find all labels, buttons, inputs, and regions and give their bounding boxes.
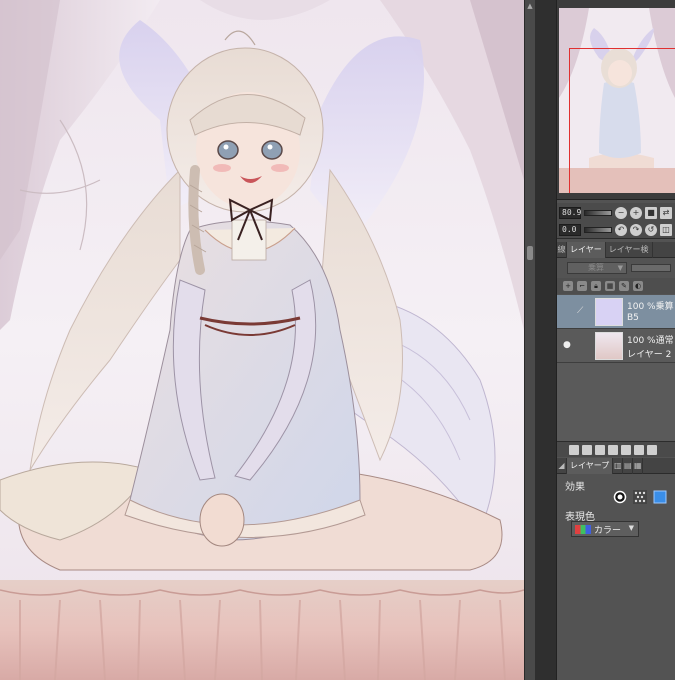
zoom-in-icon[interactable]: + bbox=[630, 207, 642, 219]
angle-slider[interactable] bbox=[584, 227, 612, 233]
navigator-preview[interactable] bbox=[559, 8, 675, 193]
layer-tools: + ⌐ 🔒︎ ▦ ✎ ◐ bbox=[557, 278, 675, 294]
layer-row[interactable]: ⟋ 100 %乗算 B5 bbox=[557, 295, 675, 329]
blend-mode-select[interactable]: 乗算 ▼ bbox=[567, 262, 627, 274]
navigator-controls: 80.9 − + ■ ⇄ 0.0 ↶ ↷ ↺ ◫ bbox=[557, 203, 675, 239]
panel-divider bbox=[535, 0, 557, 680]
tab-extra-3[interactable]: ▦ bbox=[633, 458, 644, 474]
zoom-out-icon[interactable]: − bbox=[615, 207, 627, 219]
layer-thumbnail bbox=[595, 298, 623, 326]
canvas-vertical-scrollbar[interactable]: ▲ bbox=[524, 0, 535, 680]
layer-list: ⟋ 100 %乗算 B5 ● 100 %通常 レイヤー 2 bbox=[557, 295, 675, 441]
tab-extra-1[interactable]: ▥ bbox=[613, 458, 624, 474]
drawing-canvas[interactable] bbox=[0, 0, 524, 680]
layer-bottom-toolbar bbox=[557, 441, 675, 457]
expression-color-select[interactable]: カラー ▼ bbox=[571, 521, 639, 537]
tab-extra-2[interactable]: ▤ bbox=[623, 458, 634, 474]
right-panel: 80.9 − + ■ ⇄ 0.0 ↶ ↷ ↺ ◫ 線 レイヤー レイヤー検 乗算… bbox=[557, 0, 675, 680]
layer-name: レイヤー 2 bbox=[627, 350, 672, 360]
layer-blend-label: 100 %通常 bbox=[627, 336, 674, 346]
tab-layer-property[interactable]: レイヤープ bbox=[567, 458, 614, 474]
lock-icon[interactable]: 🔒︎ bbox=[591, 281, 601, 291]
blend-row: 乗算 ▼ bbox=[557, 259, 675, 277]
scroll-up-icon[interactable]: ▲ bbox=[526, 2, 534, 10]
link-icon[interactable]: ⟋ bbox=[577, 306, 587, 316]
tab-layer-search[interactable]: レイヤー検 bbox=[606, 242, 653, 258]
navigator-view-frame[interactable] bbox=[569, 48, 675, 193]
new-folder-icon[interactable] bbox=[595, 444, 605, 455]
effect-icons bbox=[613, 490, 667, 504]
tab-layer[interactable]: レイヤー bbox=[567, 242, 606, 258]
tab-property-icon[interactable]: ◢ bbox=[557, 458, 567, 474]
mask-layer-icon[interactable] bbox=[634, 444, 644, 455]
eye-icon[interactable]: ● bbox=[563, 340, 573, 350]
new-vector-layer-icon[interactable] bbox=[582, 444, 592, 455]
reset-icon[interactable]: ↺ bbox=[645, 224, 657, 236]
delete-layer-icon[interactable] bbox=[647, 444, 657, 455]
reference-layer-icon[interactable]: ✎ bbox=[619, 281, 629, 291]
layer-properties-panel: 効果 表現色 カラー ▼ bbox=[557, 475, 675, 680]
illustration bbox=[0, 0, 524, 680]
rotate-right-icon[interactable]: ↷ bbox=[630, 224, 642, 236]
color-effect-icon[interactable] bbox=[653, 490, 667, 504]
opacity-slider[interactable] bbox=[631, 264, 671, 272]
effect-label: 効果 bbox=[565, 482, 585, 493]
flip-icon[interactable]: ⇄ bbox=[660, 207, 672, 219]
layer-row[interactable]: ● 100 %通常 レイヤー 2 bbox=[557, 329, 675, 363]
new-layer-icon[interactable] bbox=[569, 444, 579, 455]
lock-alpha-icon[interactable]: ▦ bbox=[605, 281, 615, 291]
color-swatch-icon bbox=[575, 524, 591, 534]
navigator-panel bbox=[557, 0, 675, 200]
expression-color-value: カラー bbox=[594, 525, 622, 536]
new-raster-layer-icon[interactable]: + bbox=[563, 281, 573, 291]
layer-thumbnail bbox=[595, 332, 623, 360]
fit-icon[interactable]: ■ bbox=[645, 207, 657, 219]
chevron-down-icon: ▼ bbox=[628, 524, 634, 532]
angle-value[interactable]: 0.0 bbox=[559, 224, 581, 236]
rotate-left-icon[interactable]: ↶ bbox=[615, 224, 627, 236]
copy-layer-icon[interactable] bbox=[608, 444, 618, 455]
tone-effect-icon[interactable] bbox=[633, 490, 647, 504]
palette-tabs: 線 レイヤー レイヤー検 bbox=[557, 242, 675, 258]
zoom-value[interactable]: 80.9 bbox=[559, 207, 581, 219]
clip-layer-icon[interactable]: ⌐ bbox=[577, 281, 587, 291]
tab-line[interactable]: 線 bbox=[557, 242, 567, 258]
scrollbar-thumb[interactable] bbox=[527, 246, 533, 260]
app-window: ▲ 80.9 − + ■ ⇄ 0.0 ↶ ↷ ↺ ◫ 線 レイヤー レイヤー検 … bbox=[0, 0, 675, 680]
property-tabs: ◢ レイヤープ ▥ ▤ ▦ bbox=[557, 458, 675, 474]
merge-down-icon[interactable] bbox=[621, 444, 631, 455]
layer-blend-label: 100 %乗算 bbox=[627, 302, 674, 312]
outline-effect-icon[interactable] bbox=[613, 490, 627, 504]
zoom-slider[interactable] bbox=[584, 210, 612, 216]
layer-name: B5 bbox=[627, 313, 639, 323]
chevron-down-icon: ▼ bbox=[617, 264, 623, 272]
mirror-icon[interactable]: ◫ bbox=[660, 224, 672, 236]
mask-icon[interactable]: ◐ bbox=[633, 281, 643, 291]
blend-mode-value: 乗算 bbox=[588, 263, 604, 272]
